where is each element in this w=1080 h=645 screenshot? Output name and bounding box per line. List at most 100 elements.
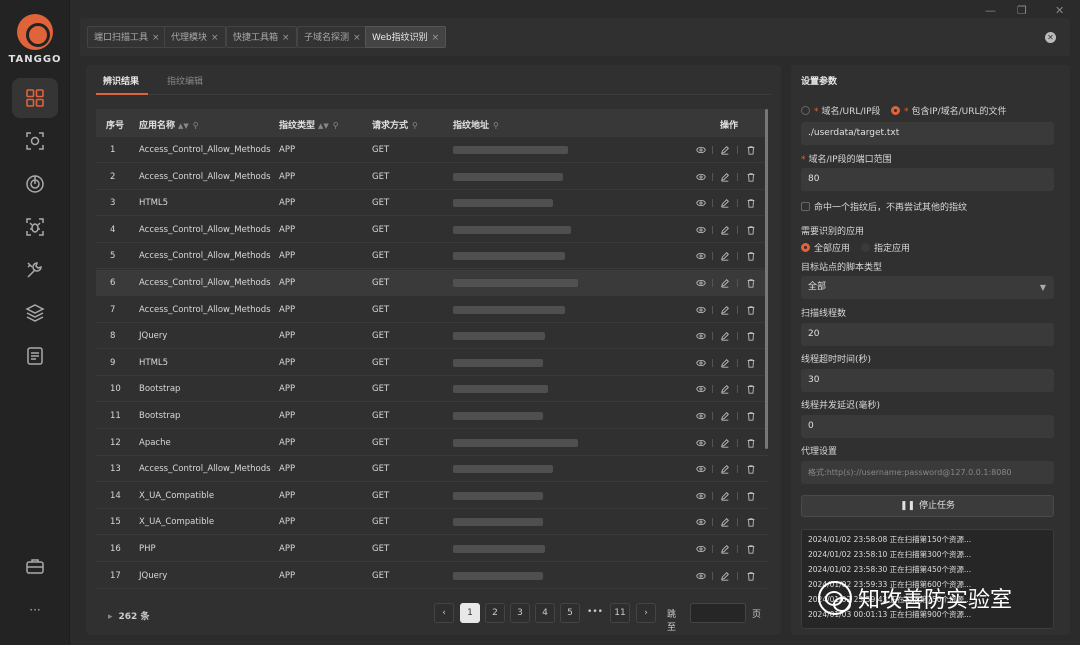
- expand-icon[interactable]: ▸: [108, 612, 113, 622]
- col-method[interactable]: 请求方式 ⚲: [372, 118, 418, 131]
- sidebar-item-more[interactable]: ···: [12, 590, 58, 630]
- delete-icon[interactable]: [744, 489, 758, 503]
- view-icon[interactable]: [694, 569, 708, 583]
- edit-icon[interactable]: [718, 303, 732, 317]
- proxy-input[interactable]: 格式:http(s)://username:password@127.0.0.1…: [801, 461, 1054, 484]
- tab-web-fingerprint[interactable]: Web指纹识别 ×: [365, 26, 447, 48]
- delay-input[interactable]: 0: [801, 415, 1054, 438]
- table-row[interactable]: 10 Bootstrap APP GET: [96, 376, 768, 403]
- delete-icon[interactable]: [744, 382, 758, 396]
- page-5-button[interactable]: 5: [560, 603, 580, 623]
- table-row[interactable]: 4 Access_Control_Allow_Methods APP GET: [96, 217, 768, 243]
- tab-proxy[interactable]: 代理模块 ×: [164, 26, 226, 48]
- delete-icon[interactable]: [744, 223, 758, 237]
- table-row[interactable]: 17 JQuery APP GET: [96, 563, 768, 589]
- edit-icon[interactable]: [718, 542, 732, 556]
- view-icon[interactable]: [694, 249, 708, 263]
- view-icon[interactable]: [694, 143, 708, 157]
- sidebar-item-vuln[interactable]: [12, 207, 58, 247]
- page-11-button[interactable]: 11: [610, 603, 630, 623]
- edit-icon[interactable]: [718, 356, 732, 370]
- search-icon[interactable]: ⚲: [412, 121, 418, 130]
- delete-icon[interactable]: [744, 542, 758, 556]
- sort-icon[interactable]: ▲▼: [318, 122, 329, 130]
- table-row[interactable]: 5 Access_Control_Allow_Methods APP GET: [96, 243, 768, 270]
- table-row[interactable]: 15 X_UA_Compatible APP GET: [96, 509, 768, 536]
- view-icon[interactable]: [694, 489, 708, 503]
- sidebar-item-notes[interactable]: [12, 336, 58, 376]
- view-icon[interactable]: [694, 303, 708, 317]
- view-icon[interactable]: [694, 462, 708, 476]
- delete-icon[interactable]: [744, 303, 758, 317]
- view-icon[interactable]: [694, 223, 708, 237]
- edit-icon[interactable]: [718, 170, 732, 184]
- table-row[interactable]: 14 X_UA_Compatible APP GET: [96, 483, 768, 509]
- sidebar-item-probe[interactable]: [12, 164, 58, 204]
- view-icon[interactable]: [694, 196, 708, 210]
- tab-close-icon[interactable]: ×: [152, 33, 160, 43]
- maximize-button[interactable]: ❐: [1017, 4, 1027, 17]
- edit-icon[interactable]: [718, 515, 732, 529]
- sidebar-item-toolbox[interactable]: [12, 546, 58, 586]
- tab-close-icon[interactable]: ×: [211, 33, 219, 43]
- sidebar-item-dashboard[interactable]: [12, 78, 58, 118]
- delete-icon[interactable]: [744, 356, 758, 370]
- delete-icon[interactable]: [744, 409, 758, 423]
- view-icon[interactable]: [694, 515, 708, 529]
- view-icon[interactable]: [694, 356, 708, 370]
- close-window-button[interactable]: ✕: [1055, 4, 1064, 17]
- target-file-input[interactable]: ./userdata/target.txt: [801, 122, 1054, 145]
- table-row[interactable]: 9 HTML5 APP GET: [96, 350, 768, 376]
- table-row[interactable]: 13 Access_Control_Allow_Methods APP GET: [96, 456, 768, 483]
- page-3-button[interactable]: 3: [510, 603, 530, 623]
- edit-icon[interactable]: [718, 223, 732, 237]
- minimize-button[interactable]: —: [985, 4, 996, 17]
- view-icon[interactable]: [694, 436, 708, 450]
- page-ellipsis[interactable]: •••: [585, 603, 605, 623]
- threads-input[interactable]: 20: [801, 323, 1054, 346]
- col-type[interactable]: 指纹类型 ▲▼ ⚲: [279, 118, 339, 131]
- delete-icon[interactable]: [744, 462, 758, 476]
- page-4-button[interactable]: 4: [535, 603, 555, 623]
- edit-icon[interactable]: [718, 196, 732, 210]
- table-row[interactable]: 12 Apache APP GET: [96, 430, 768, 456]
- col-url[interactable]: 指纹地址 ⚲: [453, 118, 499, 131]
- col-app[interactable]: 应用名称 ▲▼ ⚲: [139, 118, 199, 131]
- port-range-input[interactable]: 80: [801, 168, 1054, 191]
- radio-all-apps[interactable]: 全部应用: [801, 241, 850, 254]
- table-row[interactable]: 6 Access_Control_Allow_Methods APP GET: [96, 270, 768, 296]
- prev-page-button[interactable]: ‹: [434, 603, 454, 623]
- search-icon[interactable]: ⚲: [193, 121, 199, 130]
- edit-icon[interactable]: [718, 382, 732, 396]
- view-icon[interactable]: [694, 382, 708, 396]
- edit-icon[interactable]: [718, 436, 732, 450]
- delete-icon[interactable]: [744, 436, 758, 450]
- table-row[interactable]: 2 Access_Control_Allow_Methods APP GET: [96, 164, 768, 190]
- table-row[interactable]: 7 Access_Control_Allow_Methods APP GET: [96, 297, 768, 323]
- edit-icon[interactable]: [718, 143, 732, 157]
- sidebar-item-tools[interactable]: [12, 250, 58, 290]
- tab-close-icon[interactable]: ×: [353, 33, 361, 43]
- radio-target-file[interactable]: * 包含IP/域名/URL的文件: [891, 104, 1007, 117]
- edit-icon[interactable]: [718, 569, 732, 583]
- edit-icon[interactable]: [718, 462, 732, 476]
- table-row[interactable]: 3 HTML5 APP GET: [96, 190, 768, 217]
- stop-task-button[interactable]: ❚❚ 停止任务: [801, 495, 1054, 517]
- tab-toolbox[interactable]: 快捷工具箱 ×: [226, 26, 297, 48]
- edit-icon[interactable]: [718, 409, 732, 423]
- delete-icon[interactable]: [744, 515, 758, 529]
- table-row[interactable]: 11 Bootstrap APP GET: [96, 403, 768, 429]
- delete-icon[interactable]: [744, 249, 758, 263]
- table-scrollbar[interactable]: [765, 109, 768, 449]
- view-icon[interactable]: [694, 170, 708, 184]
- radio-target-domain[interactable]: * 域名/URL/IP段: [801, 104, 881, 117]
- script-type-select[interactable]: 全部 ▼: [801, 276, 1054, 299]
- edit-icon[interactable]: [718, 276, 732, 290]
- delete-icon[interactable]: [744, 143, 758, 157]
- tab-subdomain[interactable]: 子域名探测 ×: [297, 26, 368, 48]
- view-icon[interactable]: [694, 542, 708, 556]
- delete-icon[interactable]: [744, 276, 758, 290]
- search-icon[interactable]: ⚲: [493, 121, 499, 130]
- view-icon[interactable]: [694, 409, 708, 423]
- delete-icon[interactable]: [744, 569, 758, 583]
